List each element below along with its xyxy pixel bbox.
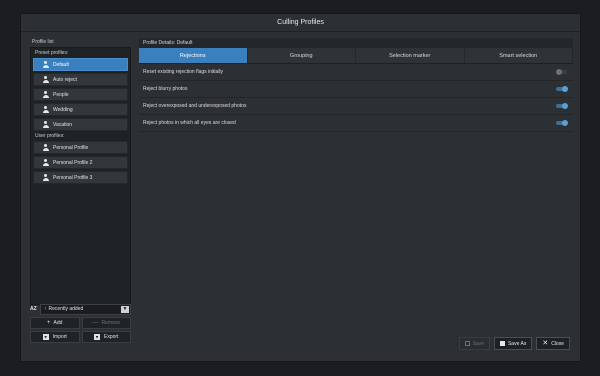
tab-rejections[interactable]: Rejections (139, 48, 248, 63)
culling-profiles-dialog: Culling Profiles Profile list Preset pro… (20, 13, 581, 362)
user-profiles-label: User profiles: (35, 133, 65, 139)
exposure-toggle[interactable] (556, 102, 568, 109)
option-label: Reset existing rejection flags initially (143, 69, 224, 75)
close-button[interactable]: ✕ Close (536, 337, 570, 350)
eyes-closed-toggle[interactable] (556, 119, 568, 126)
arrow-up-icon: ↑ (44, 306, 47, 312)
remove-button[interactable]: — Remove (81, 317, 131, 329)
import-export-row: Import Export (30, 331, 131, 343)
profile-label: Personal Profile 2 (53, 159, 93, 166)
sort-row: AZ ↑ Recently added ▼ (30, 303, 131, 315)
option-label: Reject overexposed and underexposed phot… (143, 103, 247, 109)
person-icon (42, 144, 49, 151)
option-label: Reject photos in which all eyes are clos… (143, 120, 236, 126)
option-label: Reject blurry photos (143, 86, 188, 92)
export-button[interactable]: Export (81, 331, 131, 343)
profile-details-panel: Profile Details: Default Rejections Grou… (139, 38, 573, 138)
person-icon (42, 159, 49, 166)
import-button[interactable]: Import (30, 331, 80, 343)
person-icon (42, 121, 49, 128)
sort-value: Recently added (48, 306, 84, 312)
preset-profiles-label: Preset profiles: (35, 50, 69, 56)
save-as-button[interactable]: Save As (493, 337, 533, 350)
floppy-icon (464, 341, 470, 346)
sort-az-icon[interactable]: AZ (30, 306, 40, 312)
blurry-toggle[interactable] (556, 85, 568, 92)
add-button[interactable]: + Add (30, 317, 80, 329)
person-icon (42, 106, 49, 113)
export-label: Export (104, 334, 119, 340)
dialog-footer: Save Save As ✕ Close (458, 337, 570, 350)
profile-item-default[interactable]: Default (33, 58, 128, 71)
save-as-label: Save As (507, 340, 527, 347)
add-label: Add (53, 320, 63, 326)
close-icon: ✕ (542, 340, 549, 347)
profile-label: Wedding (53, 106, 73, 113)
profile-item-vacation[interactable]: Vacation (33, 118, 128, 131)
minus-icon: — (92, 320, 99, 326)
save-button[interactable]: Save (458, 337, 490, 350)
person-icon (42, 76, 49, 83)
floppy-icon (499, 341, 505, 346)
option-row-blurry: Reject blurry photos (139, 81, 573, 98)
window-title: Culling Profiles (21, 14, 580, 32)
import-label: Import (52, 334, 67, 340)
profile-label: People (53, 91, 69, 98)
tab-smart-selection[interactable]: Smart selection (464, 48, 573, 63)
add-remove-row: + Add — Remove (30, 317, 131, 329)
remove-label: Remove (101, 320, 121, 326)
chevron-down-icon: ▼ (121, 305, 129, 313)
profile-item-personal-3[interactable]: Personal Profile 3 (33, 171, 128, 184)
export-icon (94, 334, 101, 340)
profile-list-panel: Profile list Preset profiles: Default Au… (30, 38, 131, 344)
person-icon (42, 174, 49, 181)
plus-icon: + (47, 320, 51, 326)
sort-dropdown[interactable]: ↑ Recently added ▼ (40, 303, 131, 315)
profile-label: Personal Profile (53, 144, 89, 151)
tab-selection-marker[interactable]: Selection marker (356, 48, 465, 63)
profile-item-personal-2[interactable]: Personal Profile 2 (33, 156, 128, 169)
profile-list-label: Profile list (32, 39, 54, 45)
close-label: Close (551, 340, 564, 347)
profile-item-auto-reject[interactable]: Auto reject (33, 73, 128, 86)
reset-flags-toggle[interactable] (556, 68, 567, 75)
tab-grouping[interactable]: Grouping (247, 48, 356, 63)
profile-details-header: Profile Details: Default (139, 38, 573, 48)
profile-label: Auto reject (53, 76, 77, 83)
profile-item-people[interactable]: People (33, 88, 128, 101)
profile-list: Preset profiles: Default Auto reject Peo… (30, 47, 131, 305)
profile-item-personal-1[interactable]: Personal Profile (33, 141, 128, 154)
option-row-eyes-closed: Reject photos in which all eyes are clos… (139, 115, 573, 132)
profile-label: Personal Profile 3 (53, 174, 93, 181)
import-icon (42, 334, 49, 340)
option-row-reset-flags: Reset existing rejection flags initially (139, 64, 573, 81)
profile-item-wedding[interactable]: Wedding (33, 103, 128, 116)
profile-label: Default (53, 61, 69, 68)
profile-label: Vacation (53, 121, 73, 128)
person-icon (42, 61, 49, 68)
option-row-exposure: Reject overexposed and underexposed phot… (139, 98, 573, 115)
person-icon (42, 91, 49, 98)
details-tabs: Rejections Grouping Selection marker Sma… (139, 48, 573, 64)
save-label: Save (472, 340, 484, 347)
